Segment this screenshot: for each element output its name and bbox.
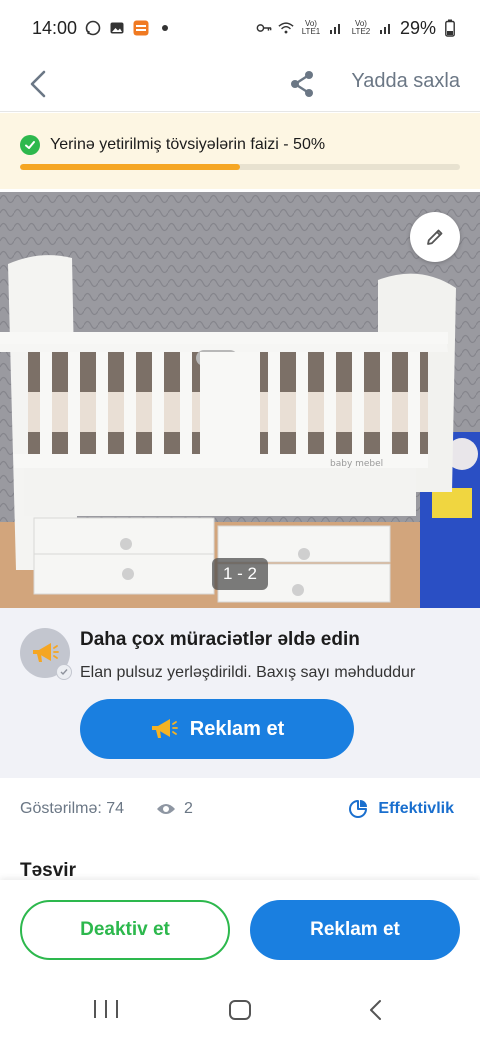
progress-bar-fill (20, 164, 240, 170)
key-icon (256, 20, 272, 36)
back-button[interactable] (20, 64, 56, 104)
description-title: Təsvir (20, 860, 76, 881)
chevron-left-icon (30, 70, 46, 98)
advertise-button[interactable]: Reklam et (250, 900, 460, 960)
progress-text: Yerinə yetirilmiş tövsiyələrin faizi - 5… (50, 136, 326, 153)
eye-icon (157, 804, 175, 814)
sim2-label: Vo) LTE2 (351, 19, 371, 36)
battery-percent: 29% (399, 17, 436, 38)
effectiveness-label: Effektivlik (378, 800, 454, 817)
dot-icon (157, 20, 173, 36)
pencil-icon (427, 229, 443, 245)
promo-button-label: Reklam et (189, 717, 285, 740)
system-nav-bar (0, 980, 480, 1040)
progress-row: Yerinə yetirilmiş tövsiyələrin faizi - 5… (20, 135, 325, 155)
megaphone-avatar (20, 628, 72, 680)
promo-title: Daha çox müraciətlər əldə edin (80, 629, 360, 650)
wifi-icon (278, 20, 294, 36)
listing-photo[interactable]: baby mebel 1 - 2 (0, 192, 480, 608)
status-time: 14:00 (32, 17, 78, 38)
recents-icon[interactable] (94, 1000, 118, 1022)
battery-icon (442, 19, 458, 37)
effectiveness-link[interactable]: Effektivlik (348, 799, 454, 819)
signal-icon (328, 20, 344, 36)
bottom-action-bar: Deaktiv et Reklam et (0, 880, 480, 980)
views-stat: 2 (156, 800, 193, 818)
photo-counter: 1 - 2 (212, 558, 268, 590)
impressions-count: Göstərilmə: 74 (20, 800, 125, 817)
deactivate-button[interactable]: Deaktiv et (20, 900, 230, 960)
share-button[interactable] (284, 64, 320, 104)
progress-banner: Yerinə yetirilmiş tövsiyələrin faizi - 5… (0, 113, 480, 189)
megaphone-icon (33, 643, 59, 662)
app-notification-icon (133, 20, 149, 36)
signal-icon (378, 20, 394, 36)
home-icon[interactable] (229, 1000, 251, 1020)
progress-bar (20, 164, 460, 170)
app-header: Yadda saxla (0, 56, 480, 112)
pie-chart-icon (349, 800, 368, 818)
gallery-icon (109, 20, 125, 36)
check-icon (20, 135, 40, 155)
views-count: 2 (184, 800, 193, 817)
crib-brand-label: baby mebel (330, 459, 383, 469)
promo-subtitle: Elan pulsuz yerləşdirildi. Baxış sayı mə… (80, 664, 416, 681)
edit-button[interactable] (410, 212, 460, 262)
promo-section: Daha çox müraciətlər əldə edin Elan puls… (0, 608, 480, 778)
whatsapp-icon (85, 20, 101, 36)
sim1-label: Vo) LTE1 (301, 19, 321, 36)
megaphone-icon (151, 719, 178, 738)
nav-back-icon[interactable] (366, 998, 386, 1022)
save-button[interactable]: Yadda saxla (351, 70, 460, 93)
promo-advertise-button[interactable]: Reklam et (80, 699, 354, 759)
crib-photo-illustration: baby mebel (0, 192, 480, 608)
status-bar: 14:00 Vo) LTE1 Vo) LTE2 29% (0, 0, 480, 56)
share-icon (291, 71, 313, 97)
check-badge-icon (56, 664, 72, 680)
stats-row: Göstərilmə: 74 2 Effektivlik (0, 778, 480, 842)
